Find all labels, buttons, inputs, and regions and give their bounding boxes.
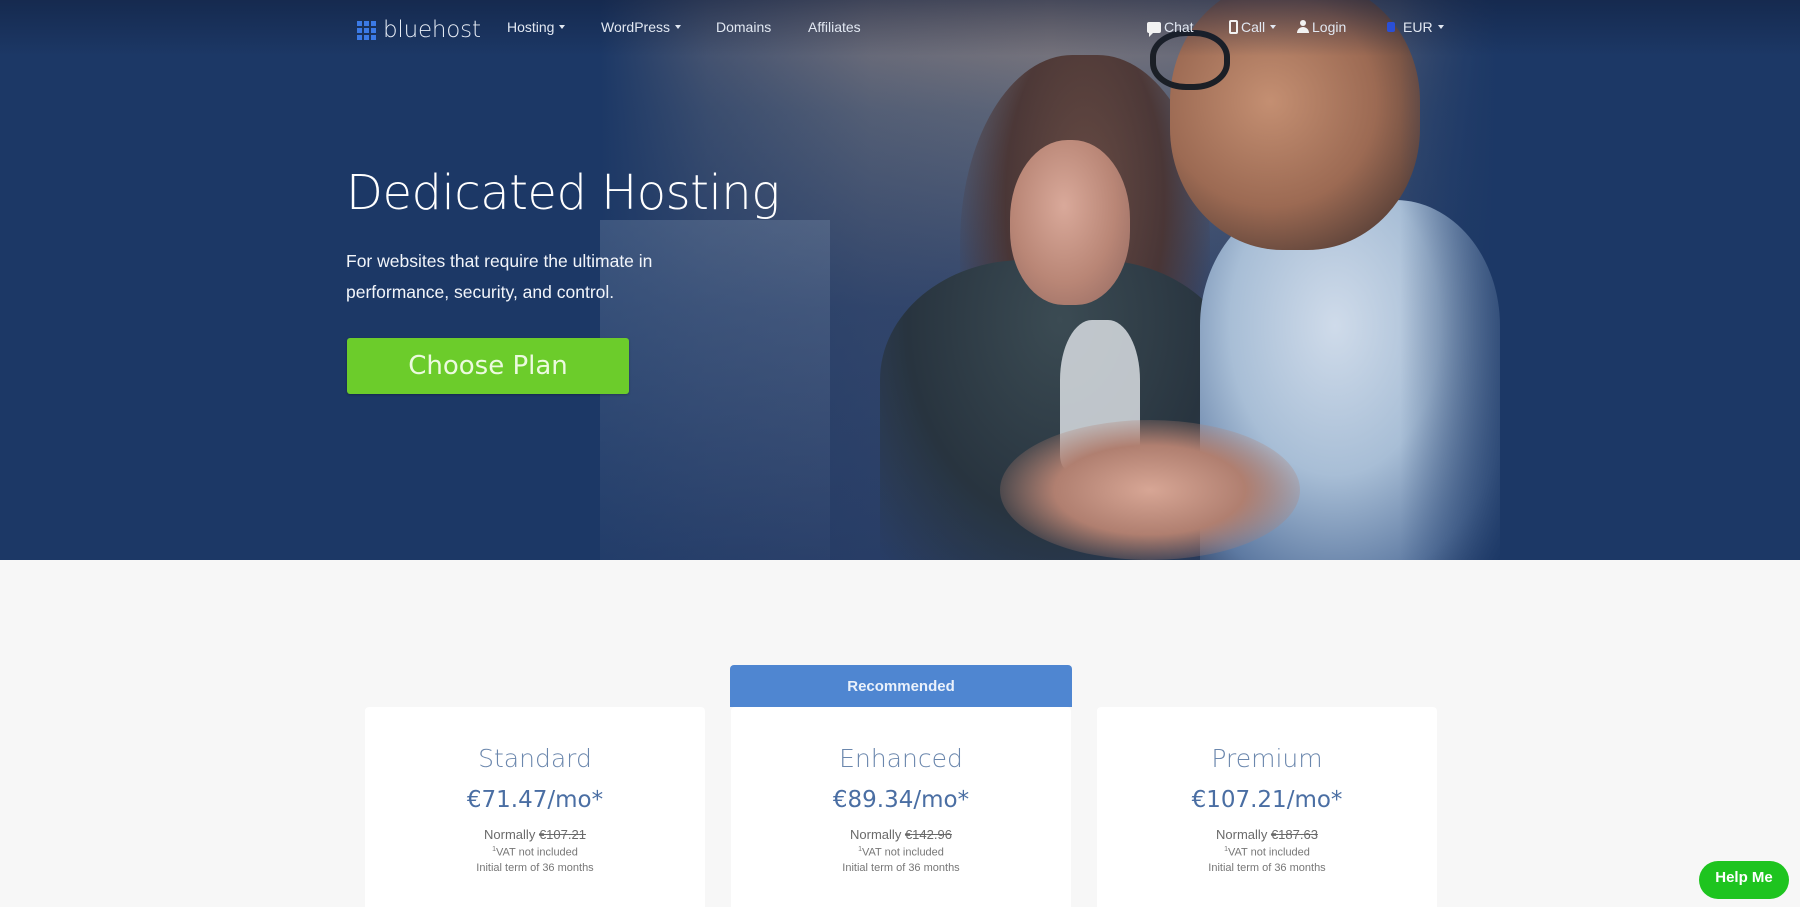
vat-note-text: VAT not included [861, 846, 944, 859]
normally-label: Normally [850, 827, 902, 842]
nav-currency-label: EUR [1403, 19, 1433, 35]
plan-price: €107.21/mo* [1191, 787, 1343, 813]
plan-name: Enhanced [839, 744, 963, 773]
top-nav: bluehost Hosting WordPress Domains Affil… [0, 0, 1800, 56]
nav-chat-label: Chat [1164, 19, 1194, 35]
nav-domains-label: Domains [716, 19, 772, 35]
nav-hosting[interactable]: Hosting [507, 19, 566, 35]
vat-note: 1VAT not included [365, 846, 705, 859]
vat-note: 1VAT not included [731, 846, 1071, 859]
hero-subtitle: For websites that require the ultimate i… [346, 251, 653, 302]
hero-title: Dedicated Hosting [346, 165, 780, 221]
nav-affiliates-label: Affiliates [808, 19, 861, 35]
normally-label: Normally [484, 827, 536, 842]
user-icon [1297, 20, 1309, 34]
plan-name: Standard [478, 744, 592, 773]
vat-note: 1VAT not included [1097, 846, 1437, 859]
vat-note-text: VAT not included [1227, 846, 1310, 859]
plan-normal-price: Normally €187.63 [1097, 827, 1437, 842]
nav-affiliates[interactable]: Affiliates [808, 19, 861, 35]
strikethrough-price: €187.63 [1270, 827, 1318, 842]
logo-grid-icon [357, 20, 376, 40]
strikethrough-price: €107.21 [538, 827, 586, 842]
plan-term: Initial term of 36 months [476, 861, 594, 874]
plan-term: Initial term of 36 months [842, 861, 960, 874]
hero-banner: bluehost Hosting WordPress Domains Affil… [0, 0, 1800, 560]
plan-card-premium: Premium €107.21/mo* Normally €187.63 1VA… [1097, 707, 1437, 907]
plan-normal-price: Normally €107.21 [365, 827, 705, 842]
strikethrough-price: €142.96 [904, 827, 952, 842]
chat-bubble-icon [1147, 21, 1161, 37]
hero-photo-hands [1000, 420, 1300, 560]
normally-label: Normally [1216, 827, 1268, 842]
nav-login-label: Login [1312, 19, 1347, 35]
plan-price: €71.47/mo* [466, 787, 604, 813]
nav-wordpress-label: WordPress [601, 19, 670, 35]
plan-term: Initial term of 36 months [1208, 861, 1326, 874]
nav-call[interactable]: Call [1229, 19, 1277, 35]
plan-card-enhanced: Enhanced €89.34/mo* Normally €142.96 1VA… [731, 707, 1071, 907]
vat-note-text: VAT not included [495, 846, 578, 859]
caret-down-icon [1437, 25, 1444, 29]
caret-down-icon [674, 25, 681, 29]
logo-text: bluehost [383, 17, 481, 43]
nav-wordpress[interactable]: WordPress [601, 19, 681, 35]
plan-name: Premium [1211, 744, 1323, 773]
hero-photo-woman-face [1010, 140, 1130, 305]
plan-card-standard: Standard €71.47/mo* Normally €107.21 1VA… [365, 707, 705, 907]
nav-call-label: Call [1241, 19, 1266, 35]
nav-chat[interactable]: Chat [1147, 19, 1194, 37]
recommended-badge: Recommended [730, 665, 1072, 707]
caret-down-icon [559, 25, 566, 29]
nav-hosting-label: Hosting [507, 19, 555, 35]
hero-fade [1400, 0, 1800, 560]
plan-normal-price: Normally €142.96 [731, 827, 1071, 842]
flag-icon [1387, 22, 1395, 32]
choose-plan-button[interactable]: Choose Plan [347, 338, 629, 394]
phone-icon [1229, 20, 1238, 34]
bluehost-logo[interactable]: bluehost [357, 17, 481, 43]
plan-price: €89.34/mo* [832, 787, 970, 813]
nav-login[interactable]: Login [1297, 19, 1346, 35]
nav-currency[interactable]: EUR [1387, 19, 1444, 35]
nav-domains[interactable]: Domains [716, 19, 771, 35]
caret-down-icon [1270, 25, 1277, 29]
help-me-button[interactable]: Help Me [1699, 861, 1789, 899]
